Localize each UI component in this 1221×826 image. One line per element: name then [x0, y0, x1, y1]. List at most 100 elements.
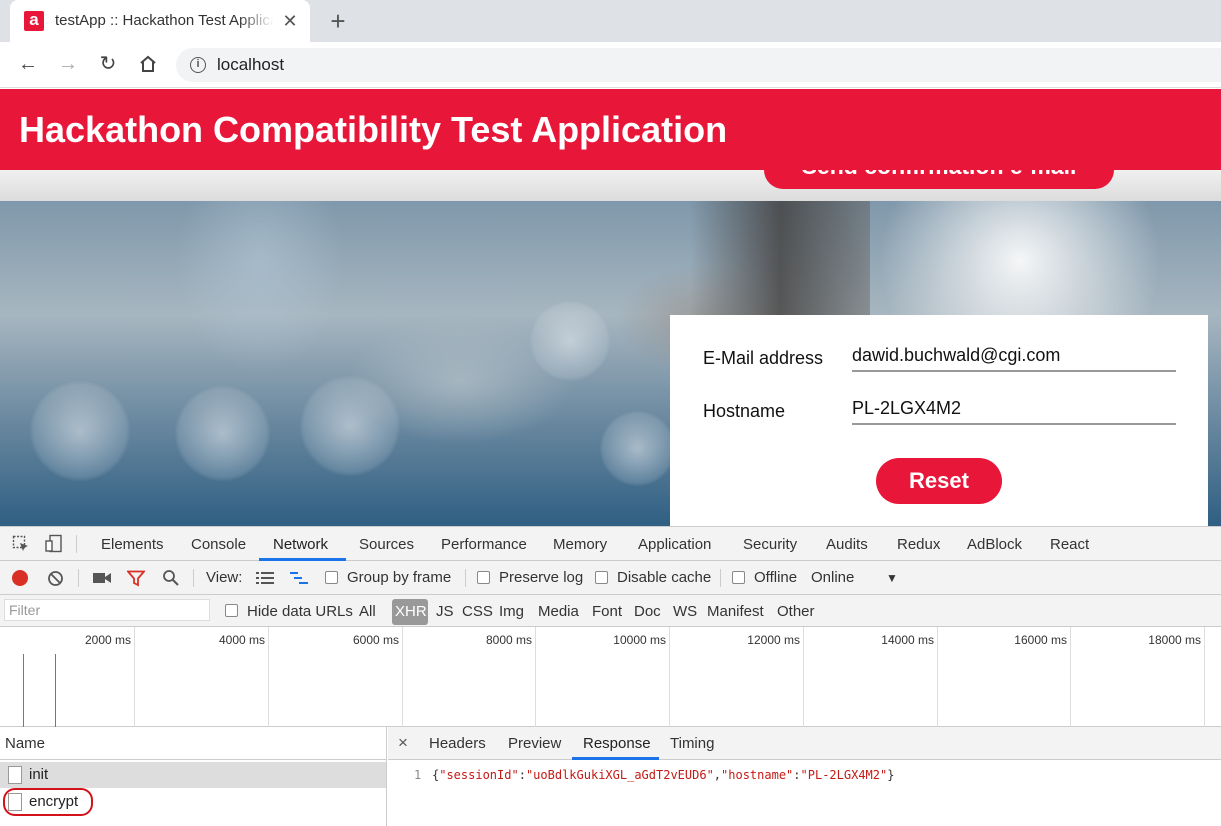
tab-sources[interactable]: Sources — [359, 536, 414, 553]
active-tab-indicator — [572, 757, 659, 760]
tab-timing[interactable]: Timing — [670, 735, 714, 752]
waterfall-view-icon[interactable] — [290, 571, 308, 585]
view-label: View: — [206, 569, 243, 586]
json-key: "sessionId" — [439, 768, 519, 782]
close-tab-icon[interactable]: ✕ — [280, 10, 300, 32]
hide-data-urls-checkbox[interactable] — [225, 604, 238, 617]
filter-type-manifest[interactable]: Manifest — [707, 603, 764, 620]
filter-type-img[interactable]: Img — [499, 603, 524, 620]
tab-response[interactable]: Response — [583, 735, 651, 752]
settings-form: E-Mail address dawid.buchwald@cgi.com Ho… — [670, 315, 1208, 526]
offline-checkbox[interactable] — [732, 571, 745, 584]
hostname-field[interactable]: PL-2LGX4M2 — [852, 395, 1176, 425]
network-overview-timeline[interactable]: 2000 ms 4000 ms 6000 ms 8000 ms 10000 ms… — [0, 627, 1221, 727]
bokeh-light — [600, 411, 675, 486]
email-field[interactable]: dawid.buchwald@cgi.com — [852, 342, 1176, 372]
url-text[interactable]: localhost — [217, 55, 284, 75]
info-icon[interactable]: i — [190, 57, 206, 73]
divider — [193, 569, 194, 587]
tick-label: 12000 ms — [747, 633, 800, 647]
browser-tab-strip: a testApp :: Hackathon Test Application … — [0, 0, 1221, 42]
tab-preview[interactable]: Preview — [508, 735, 561, 752]
json-value: "uoBdlkGukiXGL_aGdT2vEUD6" — [525, 768, 714, 782]
divider — [76, 535, 77, 553]
list-view-icon[interactable] — [256, 571, 274, 585]
tick-line — [937, 627, 938, 727]
bokeh-light — [300, 376, 400, 476]
filter-type-xhr[interactable]: XHR — [395, 603, 427, 620]
json-colon: : — [518, 768, 526, 782]
clear-icon[interactable] — [47, 570, 64, 587]
group-by-frame-checkbox[interactable] — [325, 571, 338, 584]
filter-bar: Filter Hide data URLs All XHR JS CSS Img… — [0, 595, 1221, 627]
response-body[interactable]: {"sessionId":"uoBdlkGukiXGL_aGdT2vEUD6",… — [432, 768, 894, 782]
request-row-init[interactable]: init — [0, 762, 386, 788]
devtools-tab-bar: Elements Console Network Sources Perform… — [0, 527, 1221, 561]
filter-funnel-icon[interactable] — [126, 570, 146, 587]
tick-label: 14000 ms — [881, 633, 934, 647]
screenshot-camera-icon[interactable] — [92, 571, 112, 585]
throttling-select[interactable]: Online — [811, 569, 854, 586]
tab-memory[interactable]: Memory — [553, 536, 607, 553]
tick-label: 4000 ms — [218, 633, 265, 647]
reload-icon[interactable]: ↻ — [96, 52, 120, 76]
tab-application[interactable]: Application — [638, 536, 711, 553]
json-brace: } — [887, 768, 895, 782]
tab-performance[interactable]: Performance — [441, 536, 527, 553]
tick-label: 10000 ms — [613, 633, 666, 647]
tab-adblock[interactable]: AdBlock — [967, 536, 1022, 553]
hostname-label: Hostname — [703, 401, 786, 421]
browser-tab[interactable]: a testApp :: Hackathon Test Application … — [10, 0, 310, 42]
dom-content-loaded-marker — [23, 654, 24, 727]
filter-type-font[interactable]: Font — [592, 603, 622, 620]
disable-cache-checkbox[interactable] — [595, 571, 608, 584]
tick-label: 16000 ms — [1014, 633, 1067, 647]
address-bar[interactable]: i localhost — [176, 48, 1221, 82]
tab-security[interactable]: Security — [743, 536, 797, 553]
tab-redux[interactable]: Redux — [897, 536, 940, 553]
chevron-down-icon[interactable]: ▼ — [886, 571, 898, 585]
request-name: init — [29, 766, 49, 783]
group-by-frame-label: Group by frame — [347, 569, 452, 586]
forward-arrow-icon[interactable]: → — [56, 52, 80, 76]
bokeh-light — [175, 386, 270, 481]
filter-type-other[interactable]: Other — [777, 603, 815, 620]
filter-type-ws[interactable]: WS — [673, 603, 697, 620]
request-list: Name init encrypt — [0, 727, 387, 826]
bokeh-light — [30, 381, 130, 481]
tab-audits[interactable]: Audits — [826, 536, 868, 553]
home-icon[interactable] — [136, 52, 160, 76]
name-column-header[interactable]: Name — [0, 727, 387, 760]
close-icon[interactable]: × — [398, 733, 408, 753]
record-icon[interactable] — [12, 570, 28, 586]
tab-headers[interactable]: Headers — [429, 735, 486, 752]
filter-type-all[interactable]: All — [359, 603, 376, 620]
preserve-log-checkbox[interactable] — [477, 571, 490, 584]
filter-type-css[interactable]: CSS — [462, 603, 493, 620]
back-arrow-icon[interactable]: ← — [16, 52, 40, 76]
file-icon — [8, 766, 22, 784]
inspect-element-icon[interactable] — [11, 535, 31, 555]
new-tab-button[interactable]: + — [326, 6, 350, 36]
filter-type-doc[interactable]: Doc — [634, 603, 661, 620]
device-toolbar-icon[interactable] — [44, 534, 64, 554]
preserve-log-label: Preserve log — [499, 569, 584, 586]
tab-network[interactable]: Network — [273, 536, 328, 553]
filter-input[interactable]: Filter — [4, 599, 210, 621]
tick-line — [268, 627, 269, 727]
browser-toolbar: ← → ↻ i localhost — [0, 42, 1221, 88]
divider — [465, 569, 466, 587]
hide-data-urls-label: Hide data URLs — [247, 603, 353, 620]
tab-react[interactable]: React — [1050, 536, 1089, 553]
reset-button[interactable]: Reset — [876, 458, 1002, 504]
tab-elements[interactable]: Elements — [101, 536, 164, 553]
tab-console[interactable]: Console — [191, 536, 246, 553]
line-number: 1 — [414, 768, 422, 782]
devtools-panel: Elements Console Network Sources Perform… — [0, 526, 1221, 826]
divider — [720, 569, 721, 587]
filter-type-media[interactable]: Media — [538, 603, 579, 620]
search-icon[interactable] — [162, 569, 180, 587]
tick-line — [1070, 627, 1071, 727]
offline-label: Offline — [754, 569, 798, 586]
filter-type-js[interactable]: JS — [436, 603, 454, 620]
